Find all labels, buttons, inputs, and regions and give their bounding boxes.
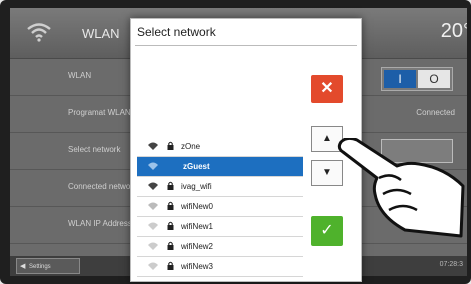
lock-icon [167,141,174,150]
page-title: WLAN [82,26,120,41]
wlan-toggle[interactable]: I O [381,67,453,91]
wifi-signal-icon [148,182,158,190]
pointing-hand-icon [337,138,465,238]
wifi-signal-icon [148,262,158,270]
back-arrow-icon: ◀ [20,263,26,270]
network-name: zGuest [183,162,210,171]
wifi-signal-icon [148,242,158,250]
lock-icon [167,221,174,230]
wifi-signal-icon [148,222,158,230]
wifi-signal-icon [148,162,158,170]
row-label: Connected network [68,182,137,191]
wifi-signal-icon [148,142,158,150]
network-name: wifiNew0 [181,202,214,211]
network-name: wifiNew2 [181,242,214,251]
lock-icon [167,261,174,270]
row-label: WLAN [68,71,92,80]
toggle-on[interactable]: I [384,70,416,88]
device-frame: WLAN 20° WLAN I O Programat WLAN Connect… [0,0,471,284]
wifi-signal-icon [148,202,158,210]
lock-icon [167,181,174,190]
network-item[interactable]: wifiNew3 [137,257,303,277]
network-name: zOne [181,142,201,151]
network-item[interactable]: ivag_wifi [137,177,303,197]
lock-icon [167,241,174,250]
select-network-dialog: Select network ✕ zOne zGuest ivag_wifi w [130,18,362,282]
row-label: Select network [68,145,121,154]
row-label: Programat WLAN [68,108,131,117]
toggle-off[interactable]: O [418,70,450,88]
dialog-title: Select network [137,25,216,39]
network-name: wifiNew1 [181,222,214,231]
connection-status: Connected [416,108,455,117]
close-button[interactable]: ✕ [311,75,343,103]
network-item[interactable]: zOne [137,137,303,157]
divider [135,45,357,46]
network-list: zOne zGuest ivag_wifi wifiNew0 wifiNew1 [137,137,303,277]
network-item[interactable]: wifiNew1 [137,217,303,237]
clock: 07:28:3 [439,261,463,268]
network-name: ivag_wifi [181,182,212,191]
lock-icon [167,201,174,210]
network-name: wifiNew3 [181,262,214,271]
back-label: Settings [29,264,51,270]
temperature-readout: 20° [440,20,467,42]
back-button[interactable]: ◀ Settings [16,258,80,274]
wifi-icon [27,23,51,42]
row-label: WLAN IP Address [68,219,132,228]
network-item[interactable]: wifiNew0 [137,197,303,217]
network-item-selected[interactable]: zGuest [137,157,303,177]
network-item[interactable]: wifiNew2 [137,237,303,257]
